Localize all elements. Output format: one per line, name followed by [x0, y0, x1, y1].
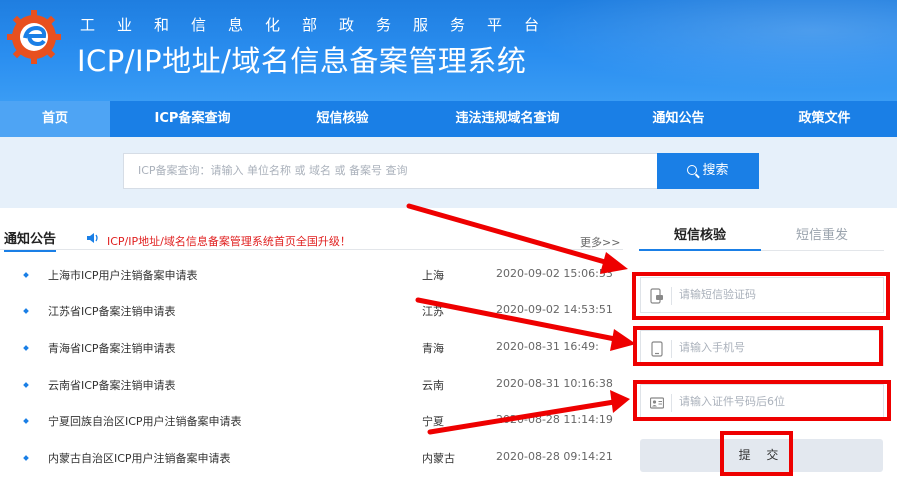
main-nav: 首页 ICP备案查询 短信核验 违法违规域名查询 通知公告 政策文件	[0, 101, 897, 137]
notice-time: 2020-09-02 14:53:51	[496, 303, 613, 316]
notice-title[interactable]: 上海市ICP用户注销备案申请表	[48, 267, 198, 283]
bullet-icon	[23, 272, 29, 278]
system-name: ICP/IP地址/域名信息备案管理系统	[77, 44, 527, 78]
tab-sms-resend[interactable]: 短信重发	[761, 226, 883, 251]
annotation-box-id	[633, 380, 891, 421]
notice-time: 2020-09-02 15:06:53	[496, 267, 613, 280]
notice-title[interactable]: 江苏省ICP备案注销申请表	[48, 303, 176, 319]
nav-item-home[interactable]: 首页	[0, 101, 110, 137]
notice-row[interactable]: 宁夏回族自治区ICP用户注销备案申请表 宁夏 2020-08-28 11:14:…	[0, 413, 623, 450]
annotation-box-submit	[720, 431, 793, 476]
search-band: ICP备案查询：请输入 单位名称 或 域名 或 备案号 查询 搜索	[0, 137, 897, 208]
notice-province: 云南	[422, 379, 444, 392]
tab-sms-verify[interactable]: 短信核验	[639, 226, 761, 251]
annotation-box-code	[632, 272, 890, 320]
notice-header: 通知公告 ICP/IP地址/域名信息备案管理系统首页全国升级！ 更多>>	[0, 226, 623, 252]
more-link[interactable]: 更多>>	[580, 234, 620, 250]
nav-item-sms-verify[interactable]: 短信核验	[275, 101, 410, 137]
bullet-icon	[23, 345, 29, 351]
search-button-label: 搜索	[702, 163, 729, 178]
notice-title[interactable]: 云南省ICP备案注销申请表	[48, 377, 176, 393]
search-input[interactable]: ICP备案查询：请输入 单位名称 或 域名 或 备案号 查询	[123, 153, 658, 189]
notice-title[interactable]: 青海省ICP备案注销申请表	[48, 340, 176, 356]
search-icon	[687, 165, 698, 175]
notice-row[interactable]: 青海省ICP备案注销申请表 青海 2020-08-31 16:49:	[0, 340, 623, 377]
notice-time: 2020-08-31 16:49:	[496, 340, 599, 353]
org-name: 工业和信息化部政务服务平台	[80, 16, 562, 34]
notice-time: 2020-08-31 10:16:38	[496, 377, 613, 390]
notice-province: 内蒙古	[422, 452, 455, 465]
notice-time: 2020-08-28 09:14:21	[496, 450, 613, 463]
notice-province: 上海	[422, 269, 444, 282]
notice-title[interactable]: 宁夏回族自治区ICP用户注销备案申请表	[48, 413, 242, 429]
nav-item-notices[interactable]: 通知公告	[605, 101, 752, 137]
bullet-icon	[23, 308, 29, 314]
notice-row[interactable]: 云南省ICP备案注销申请表 云南 2020-08-31 10:16:38	[0, 377, 623, 414]
notice-province: 宁夏	[422, 415, 444, 428]
bullet-icon	[23, 418, 29, 424]
notice-time: 2020-08-28 11:14:19	[496, 413, 613, 426]
annotation-box-phone	[633, 326, 883, 366]
notice-row[interactable]: 内蒙古自治区ICP用户注销备案申请表 内蒙古 2020-08-28 09:14:…	[0, 450, 623, 483]
notice-province: 江苏	[422, 305, 444, 318]
search-button[interactable]: 搜索	[657, 153, 759, 189]
speaker-icon	[87, 233, 98, 243]
ministry-logo-icon	[7, 10, 61, 64]
notice-section-title[interactable]: 通知公告	[4, 228, 57, 252]
nav-item-icp-query[interactable]: ICP备案查询	[110, 101, 275, 137]
bullet-icon	[23, 382, 29, 388]
bullet-icon	[23, 455, 29, 461]
sms-tabs: 短信核验 短信重发	[639, 226, 884, 251]
nav-item-policy[interactable]: 政策文件	[752, 101, 897, 137]
notice-province: 青海	[422, 342, 444, 355]
notice-row[interactable]: 江苏省ICP备案注销申请表 江苏 2020-09-02 14:53:51	[0, 303, 623, 340]
notice-title[interactable]: 内蒙古自治区ICP用户注销备案申请表	[48, 450, 231, 466]
notice-row[interactable]: 上海市ICP用户注销备案申请表 上海 2020-09-02 15:06:53	[0, 267, 623, 304]
nav-item-illegal-domain[interactable]: 违法违规域名查询	[410, 101, 605, 137]
notice-marquee[interactable]: ICP/IP地址/域名信息备案管理系统首页全国升级！	[107, 233, 351, 249]
site-header: 工业和信息化部政务服务平台 ICP/IP地址/域名信息备案管理系统	[0, 0, 897, 101]
